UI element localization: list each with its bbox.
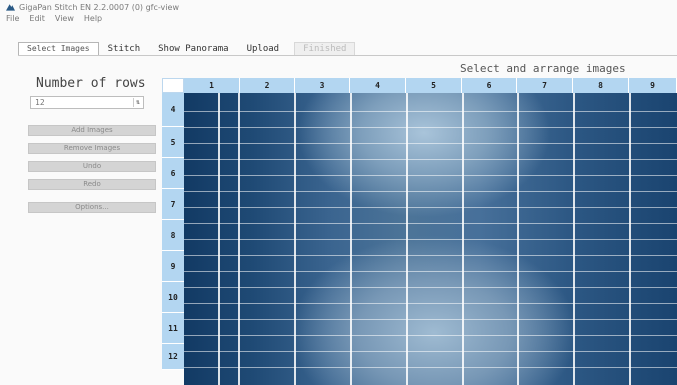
add-images-button[interactable]: Add Images <box>28 125 156 136</box>
tile-row-divider <box>184 143 677 144</box>
tile-row-divider <box>184 319 677 320</box>
tab-bar: Select Images Stitch Show Panorama Uploa… <box>18 42 356 55</box>
tile-row-divider <box>184 111 677 112</box>
rows-spinbox[interactable]: 12 ⇅ <box>30 96 144 109</box>
instruction-text: Select and arrange images <box>460 62 626 75</box>
column-header: 5 <box>406 78 462 93</box>
column-header: 7 <box>517 78 573 93</box>
panorama-image-tiles[interactable] <box>184 93 677 385</box>
column-header: 8 <box>573 78 629 93</box>
column-header: 2 <box>240 78 295 93</box>
window-title: GigaPan Stitch EN 2.2.0007 (0) gfc-view <box>19 2 179 12</box>
row-header: 7 <box>162 189 184 220</box>
row-header: 6 <box>162 158 184 189</box>
tile-row-divider <box>184 191 677 192</box>
row-header: 4 <box>162 93 184 127</box>
menu-edit[interactable]: Edit <box>23 14 49 26</box>
tile-row-divider <box>184 271 677 272</box>
tile-row-divider <box>184 255 677 256</box>
grid-corner <box>162 78 184 93</box>
tab-stitch[interactable]: Stitch <box>99 42 150 55</box>
column-header: 9 <box>629 78 677 93</box>
tab-upload[interactable]: Upload <box>238 42 289 55</box>
tile-row-divider <box>184 239 677 240</box>
image-grid: 123456789 4 5 6 7 8 9 10 11 12 <box>162 78 677 385</box>
undo-button[interactable]: Undo <box>28 161 156 172</box>
tile-row-divider <box>184 367 677 368</box>
row-header: 12 <box>162 344 184 370</box>
menu-view[interactable]: View <box>49 14 78 26</box>
row-header: 10 <box>162 282 184 313</box>
tab-finished: Finished <box>294 42 356 55</box>
options-button[interactable]: Options... <box>28 202 156 213</box>
spin-updown-icon[interactable]: ⇅ <box>133 98 142 107</box>
tile-row-divider <box>184 303 677 304</box>
tab-show-panorama[interactable]: Show Panorama <box>149 42 237 55</box>
tile-row-divider <box>184 207 677 208</box>
tile-row-divider <box>184 127 677 128</box>
column-header: 3 <box>295 78 350 93</box>
redo-button[interactable]: Redo <box>28 179 156 190</box>
row-header: 11 <box>162 313 184 344</box>
rows-label: Number of rows <box>36 76 146 91</box>
gigapan-app-icon <box>6 4 15 11</box>
remove-images-button[interactable]: Remove Images <box>28 143 156 154</box>
menu-help[interactable]: Help <box>78 14 106 26</box>
tile-row-divider <box>184 351 677 352</box>
menu-file[interactable]: File <box>0 14 23 26</box>
menu-bar: File Edit View Help <box>0 14 106 26</box>
tile-row-divider <box>184 175 677 176</box>
column-header: 4 <box>350 78 406 93</box>
tile-row-divider <box>184 287 677 288</box>
row-header: 5 <box>162 127 184 158</box>
tab-select-images[interactable]: Select Images <box>18 42 99 55</box>
row-header: 8 <box>162 220 184 251</box>
tile-row-divider <box>184 223 677 224</box>
title-bar: GigaPan Stitch EN 2.2.0007 (0) gfc-view <box>0 0 677 14</box>
column-header: 1 <box>184 78 240 93</box>
tab-divider <box>18 55 677 56</box>
tile-row-divider <box>184 159 677 160</box>
rows-value: 12 <box>35 98 45 107</box>
column-header: 6 <box>462 78 517 93</box>
tile-row-divider <box>184 335 677 336</box>
row-header: 9 <box>162 251 184 282</box>
